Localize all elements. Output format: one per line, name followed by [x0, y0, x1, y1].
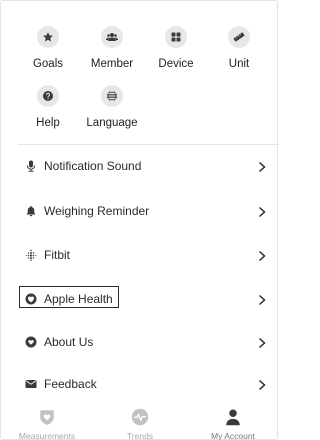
chevron-right-icon [257, 378, 267, 391]
bell-icon [25, 205, 37, 217]
tab-trends[interactable]: Trends [94, 405, 186, 440]
unit-tile[interactable]: Unit [207, 26, 271, 70]
help-tile[interactable]: Help [16, 85, 80, 129]
account-screen: Goals Member Device Unit Help Language N… [0, 0, 279, 440]
menu-item-label: Weighing Reminder [44, 204, 150, 218]
fitbit-icon [25, 249, 37, 261]
menu-item-label: Apple Health [44, 292, 113, 306]
member-tile[interactable]: Member [80, 26, 144, 70]
members-icon [101, 26, 123, 48]
goals-tile[interactable]: Goals [16, 26, 80, 70]
device-label: Device [158, 58, 194, 70]
heart-shield-icon [36, 406, 58, 428]
section-divider [18, 144, 279, 145]
tab-label: Trends [126, 431, 154, 440]
apple-health-icon [25, 293, 37, 305]
device-tile[interactable]: Device [144, 26, 208, 70]
tab-label: Measurements [18, 431, 76, 440]
chevron-right-icon [257, 249, 267, 262]
language-label: Language [86, 117, 138, 129]
pulse-icon [129, 406, 151, 428]
menu-item-about-us[interactable]: About Us [1, 322, 279, 362]
menu-item-feedback[interactable]: Feedback [1, 364, 279, 404]
mail-icon [25, 378, 37, 390]
unit-label: Unit [228, 58, 250, 70]
member-label: Member [90, 58, 134, 70]
chevron-right-icon [257, 336, 267, 349]
language-tile[interactable]: Language [80, 85, 144, 129]
menu-item-label: Feedback [44, 377, 97, 391]
microphone-icon [25, 160, 37, 172]
menu-item-label: Fitbit [44, 248, 71, 262]
chevron-right-icon [257, 293, 267, 306]
menu-item-label: Notification Sound [44, 159, 142, 173]
ruler-icon [228, 26, 250, 48]
tab-measurements[interactable]: Measurements [1, 405, 93, 440]
star-icon [37, 26, 59, 48]
person-icon [222, 406, 244, 428]
help-icon [37, 85, 59, 107]
globe-icon [101, 85, 123, 107]
bottom-tab-bar: Measurements Trends My Account [1, 405, 279, 440]
chevron-right-icon [257, 160, 267, 173]
tab-my-account[interactable]: My Account [187, 405, 279, 440]
goals-label: Goals [32, 58, 64, 70]
chevron-right-icon [257, 205, 267, 218]
menu-item-notification-sound[interactable]: Notification Sound [1, 146, 279, 186]
device-grid-icon [165, 26, 187, 48]
about-heart-icon [25, 336, 37, 348]
menu-item-apple-health[interactable]: Apple Health [1, 279, 279, 319]
help-label: Help [36, 117, 60, 129]
menu-item-weighing-reminder[interactable]: Weighing Reminder [1, 191, 279, 231]
menu-item-fitbit[interactable]: Fitbit [1, 235, 279, 275]
menu-item-label: About Us [44, 335, 94, 349]
tab-label: My Account [211, 431, 255, 440]
